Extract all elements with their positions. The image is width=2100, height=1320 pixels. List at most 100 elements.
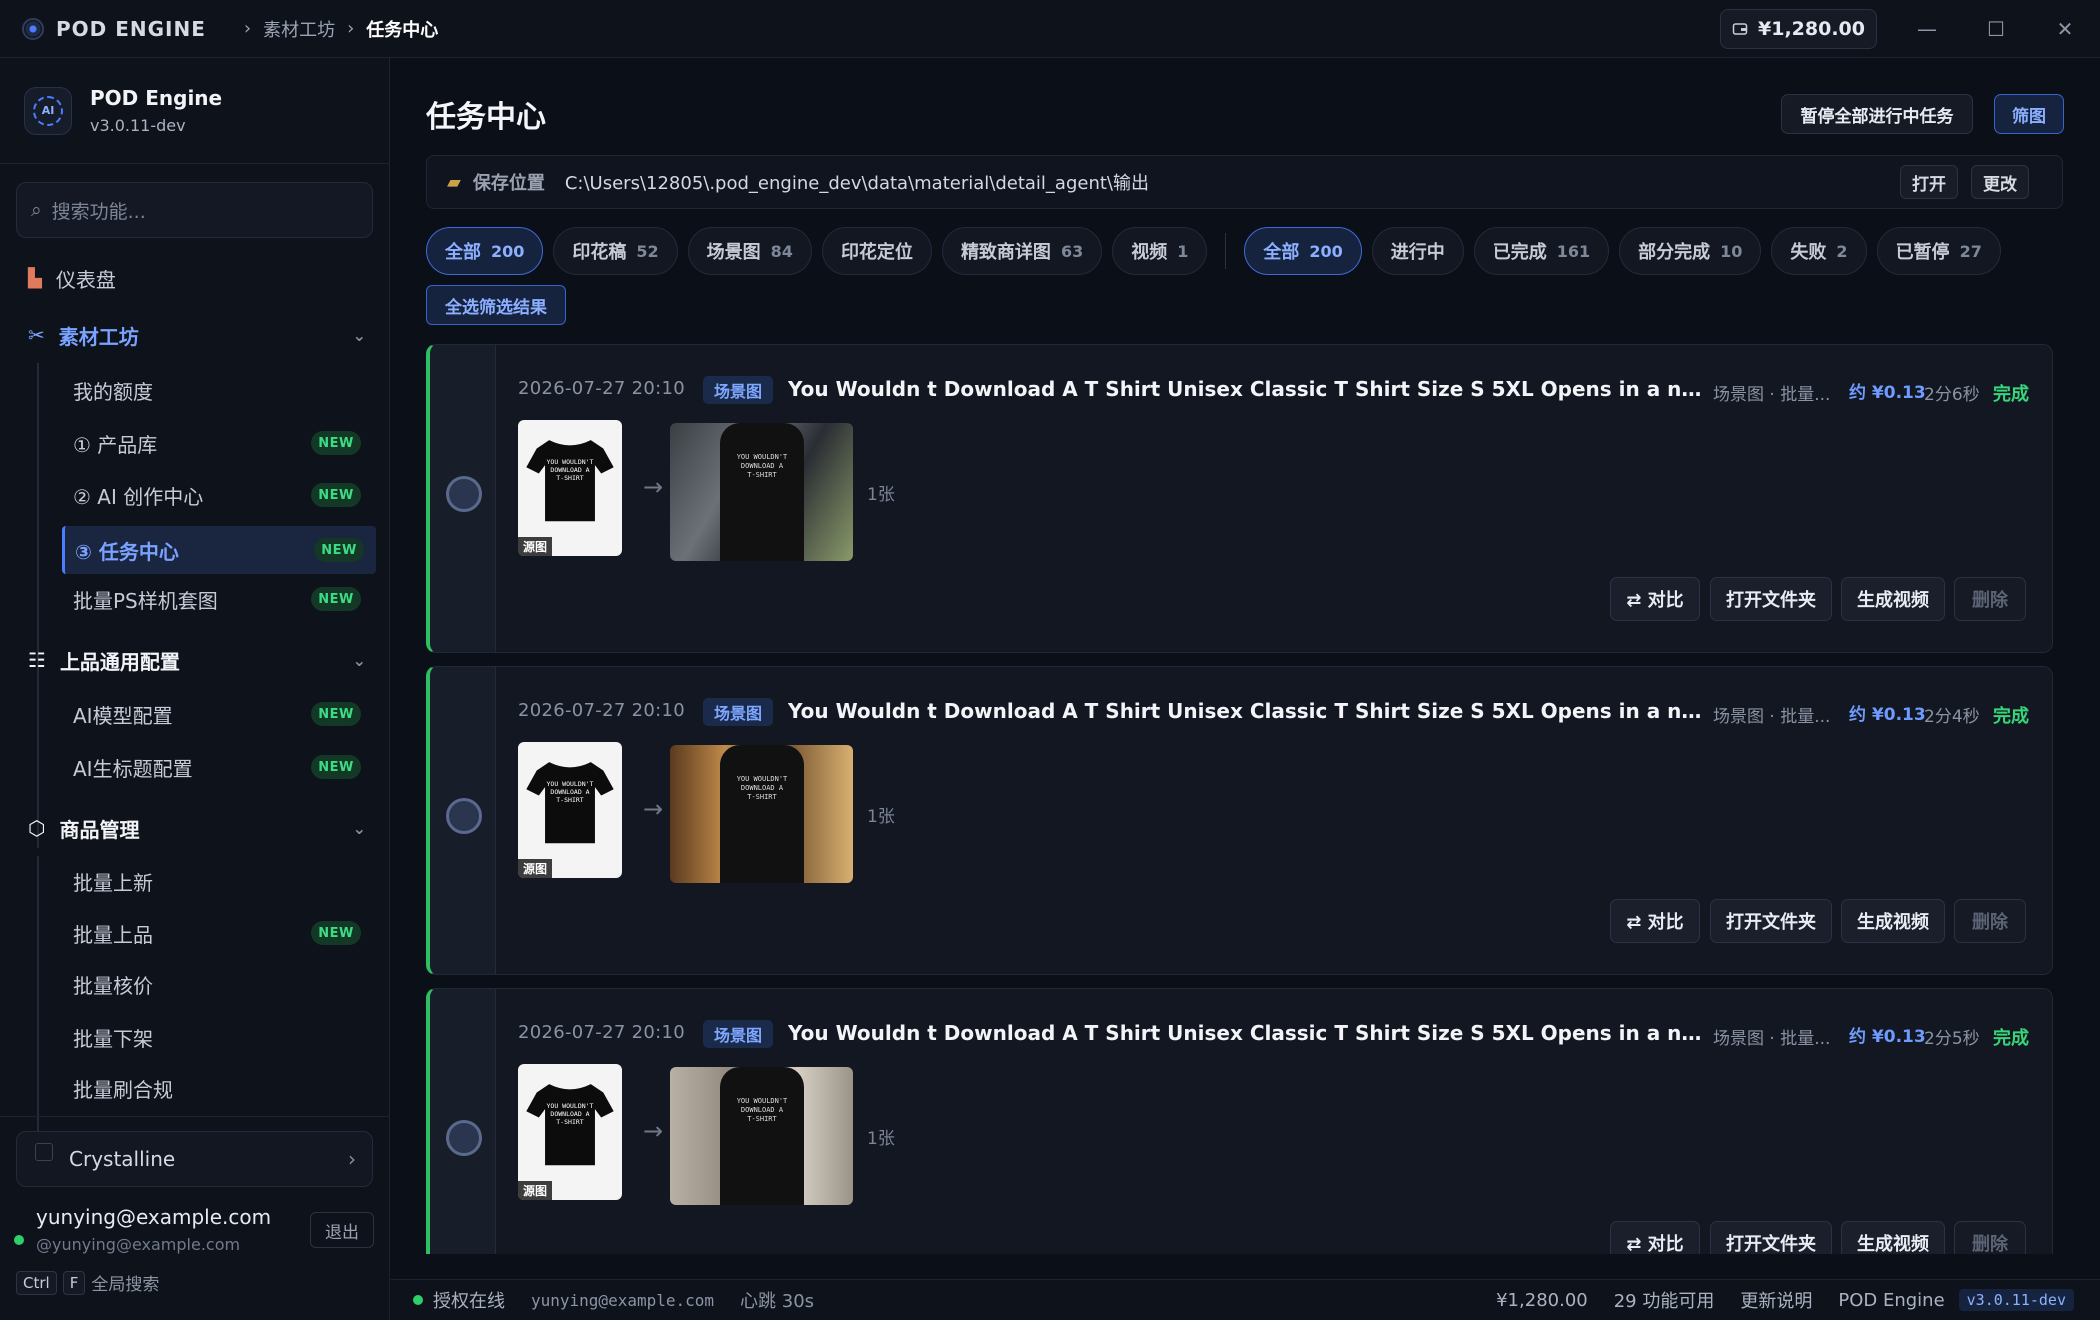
filter-button[interactable]: 筛图 <box>1994 94 2064 134</box>
sidebar-item-ai-creation[interactable]: ② AI 创作中心 NEW <box>0 475 390 515</box>
chip-type-scene[interactable]: 场景图 84 <box>687 227 812 275</box>
divider <box>0 1116 390 1117</box>
task-status: 完成 <box>1993 706 2029 727</box>
task-card[interactable]: 2026-07-27 20:10 场景图 You Wouldn t Downlo… <box>426 344 2053 653</box>
open-folder-button[interactable]: 打开文件夹 <box>1710 1221 1832 1254</box>
sidebar-item-quota[interactable]: 我的额度 <box>0 370 390 410</box>
change-path-button[interactable]: 更改 <box>1971 165 2029 199</box>
image-count: 1张 <box>867 807 895 827</box>
generate-video-button[interactable]: 生成视频 <box>1841 899 1945 943</box>
chip-count: 63 <box>1060 241 1084 261</box>
sidebar-item-ps-mockup[interactable]: 批量PS样机套图 NEW <box>0 579 390 619</box>
app-logo-icon <box>22 17 44 40</box>
generate-video-button[interactable]: 生成视频 <box>1841 577 1945 621</box>
arrow-right-icon: → <box>643 795 664 823</box>
sidebar-item-batch-price[interactable]: 批量核价 <box>0 964 390 1004</box>
delete-button[interactable]: 删除 <box>1954 577 2026 621</box>
sidebar-item-dashboard[interactable]: ▙ 仪表盘 <box>0 254 390 302</box>
chip-count: 1 <box>1177 241 1189 261</box>
sidebar-item-batch-list[interactable]: 批量上品 NEW <box>0 913 390 953</box>
chip-type-detail[interactable]: 精致商详图 63 <box>941 227 1103 275</box>
shirt-print-line: T-SHIRT <box>556 474 584 482</box>
generated-image[interactable]: YOU WOULDN'T DOWNLOAD A T-SHIRT <box>670 423 853 561</box>
sidebar-item-product-library[interactable]: ① 产品库 NEW <box>0 423 390 463</box>
wallet-balance[interactable]: ¥1,280.00 <box>1720 9 1877 49</box>
compare-button[interactable]: ⇄ 对比 <box>1610 577 1700 621</box>
chip-type-position[interactable]: 印花定位 <box>821 227 932 275</box>
chip-label: 全部 <box>445 242 481 263</box>
delete-button[interactable]: 删除 <box>1954 899 2026 943</box>
compare-button[interactable]: ⇄ 对比 <box>1610 899 1700 943</box>
shirt-print: YOU WOULDN'T DOWNLOAD A T-SHIRT <box>542 780 598 804</box>
status-balance: ¥1,280.00 <box>1496 1289 1588 1311</box>
generated-image[interactable]: YOU WOULDN'T DOWNLOAD A T-SHIRT <box>670 745 853 883</box>
sidebar-item-batch-new[interactable]: 批量上新 <box>0 861 390 901</box>
task-card[interactable]: 2026-07-27 20:10 场景图 You Wouldn t Downlo… <box>426 666 2053 975</box>
task-meta: 场景图 · 批量... <box>1713 1029 1831 1049</box>
task-duration: 2分5秒 <box>1924 1029 1980 1049</box>
source-image[interactable]: YOU WOULDN'T DOWNLOAD A T-SHIRT 源图 <box>518 1064 622 1200</box>
sidebar-group-material[interactable]: ✂ 素材工坊 ⌄ <box>0 311 390 359</box>
chip-status-done[interactable]: 已完成 161 <box>1473 227 1610 275</box>
shirt-print-line: DOWNLOAD A <box>740 462 784 470</box>
sidebar-item-batch-compliance[interactable]: 批量刷合规 <box>0 1068 390 1108</box>
sidebar-item-label: 仪表盘 <box>55 267 116 292</box>
shirt-print-line: YOU WOULDN'T <box>736 453 788 461</box>
pause-all-button[interactable]: 暂停全部进行中任务 <box>1781 94 1973 134</box>
task-cost: 约 ¥0.13 <box>1849 705 1926 725</box>
open-folder-button[interactable]: 打开文件夹 <box>1710 577 1832 621</box>
delete-button[interactable]: 删除 <box>1954 1221 2026 1254</box>
sidebar-item-task-center[interactable]: ③ 任务中心 NEW <box>62 526 376 574</box>
chip-type-print[interactable]: 印花稿 52 <box>553 227 678 275</box>
task-select-radio[interactable] <box>446 798 482 834</box>
logout-button[interactable]: 退出 <box>310 1212 374 1248</box>
generate-video-button[interactable]: 生成视频 <box>1841 1221 1945 1254</box>
sidebar-group-label: 商品管理 <box>59 817 140 842</box>
sidebar-item-ai-title[interactable]: AI生标题配置 NEW <box>0 747 390 787</box>
shirt-print: YOU WOULDN'T DOWNLOAD A T-SHIRT <box>732 1097 792 1124</box>
chip-status-failed[interactable]: 失败 2 <box>1771 227 1867 275</box>
save-path: C:\Users\12805\.pod_engine_dev\data\mate… <box>564 173 1149 194</box>
chip-count: 27 <box>1959 241 1982 261</box>
source-image[interactable]: YOU WOULDN'T DOWNLOAD A T-SHIRT 源图 <box>518 742 622 878</box>
sidebar-item-batch-delist[interactable]: 批量下架 <box>0 1017 390 1057</box>
source-image[interactable]: YOU WOULDN'T DOWNLOAD A T-SHIRT 源图 <box>518 420 622 556</box>
sliders-icon: ☷ <box>28 648 46 672</box>
chip-type-video[interactable]: 视频 1 <box>1112 227 1208 275</box>
sidebar-item-label: 批量核价 <box>73 973 153 998</box>
breadcrumb-item[interactable]: 素材工坊 <box>263 16 335 42</box>
open-folder-button[interactable]: 打开文件夹 <box>1710 899 1832 943</box>
chip-status-running[interactable]: 进行中 <box>1371 227 1464 275</box>
sidebar-item-ai-model[interactable]: AI模型配置 NEW <box>0 694 390 734</box>
sidebar-item-label: 批量上品 <box>73 922 153 947</box>
generated-image[interactable]: YOU WOULDN'T DOWNLOAD A T-SHIRT <box>670 1067 853 1205</box>
task-select-radio[interactable] <box>446 1120 482 1156</box>
compare-button[interactable]: ⇄ 对比 <box>1610 1221 1700 1254</box>
changelog-link[interactable]: 更新说明 <box>1740 1287 1812 1313</box>
task-select-radio[interactable] <box>446 476 482 512</box>
workspace-switcher[interactable]: Crystalline › <box>16 1131 373 1187</box>
maximize-button[interactable]: ☐ <box>1981 14 2011 44</box>
sidebar-group-products[interactable]: ⬡ 商品管理 ⌄ <box>0 804 390 852</box>
chip-count: 200 <box>1309 241 1343 261</box>
chip-label: 部分完成 <box>1638 242 1711 263</box>
chip-status-paused[interactable]: 已暂停 27 <box>1876 227 2001 275</box>
select-all-filtered-button[interactable]: 全选筛选结果 <box>426 285 566 325</box>
search-input[interactable]: ⌕ 搜索功能... <box>16 182 373 238</box>
chip-status-all[interactable]: 全部 200 <box>1244 227 1362 275</box>
shortcut-label: 全局搜索 <box>91 1275 160 1295</box>
chip-type-all[interactable]: 全部 200 <box>426 227 544 275</box>
shirt-print-line: T-SHIRT <box>556 1118 584 1126</box>
breadcrumb-current: 任务中心 <box>366 19 439 41</box>
chip-status-partial[interactable]: 部分完成 10 <box>1619 227 1762 275</box>
open-path-button[interactable]: 打开 <box>1900 165 1958 199</box>
chip-label: 进行中 <box>1390 242 1445 263</box>
minimize-button[interactable]: — <box>1912 14 1942 44</box>
user-handle: @yunying@example.com <box>36 1235 241 1254</box>
task-card[interactable]: 2026-07-27 20:10 场景图 You Wouldn t Downlo… <box>426 988 2053 1254</box>
close-button[interactable]: ✕ <box>2050 14 2080 44</box>
chip-label: 视频 <box>1131 242 1168 263</box>
sidebar: AI POD Engine v3.0.11-dev ⌕ 搜索功能... ▙ 仪表… <box>0 58 390 1320</box>
sidebar-group-config[interactable]: ☷ 上品通用配置 ⌄ <box>0 636 390 684</box>
new-badge: NEW <box>311 921 361 945</box>
